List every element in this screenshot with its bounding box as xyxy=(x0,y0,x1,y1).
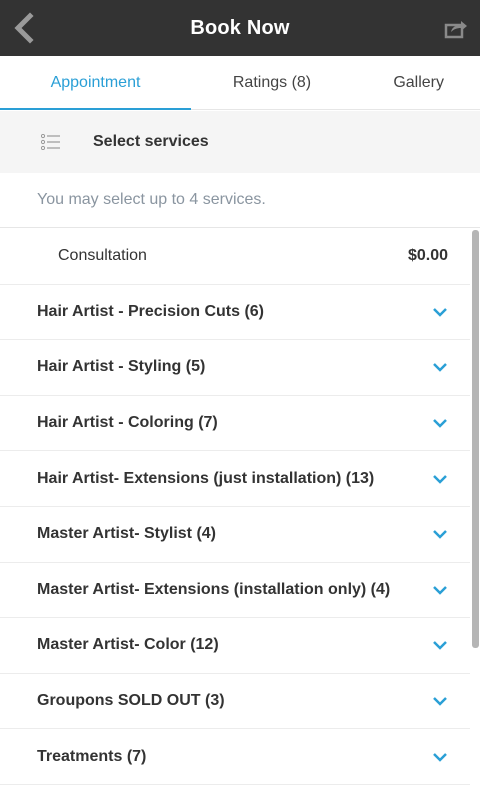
service-group-row[interactable]: Hair Artist - Styling (5) xyxy=(0,340,470,396)
chevron-down-icon[interactable] xyxy=(432,361,448,373)
page-title: Book Now xyxy=(190,16,290,39)
back-arrow-icon[interactable] xyxy=(12,12,36,44)
chevron-down-icon[interactable] xyxy=(432,584,448,596)
service-group-row[interactable]: Master Artist- Stylist (4) xyxy=(0,507,470,563)
tab-gallery[interactable]: Gallery xyxy=(353,56,480,109)
section-title: Select services xyxy=(93,133,209,150)
chevron-down-icon[interactable] xyxy=(432,639,448,651)
service-group-label: Master Artist- Extensions (installation … xyxy=(37,580,391,598)
chevron-down-icon[interactable] xyxy=(432,306,448,318)
service-group-row[interactable]: Groupons SOLD OUT (3) xyxy=(0,674,470,730)
service-group-label: Groupons SOLD OUT (3) xyxy=(37,692,225,710)
service-group-label: Hair Artist- Extensions (just installati… xyxy=(37,469,375,487)
chevron-down-icon[interactable] xyxy=(432,528,448,540)
service-group-label: Hair Artist - Precision Cuts (6) xyxy=(37,302,265,320)
service-consultation[interactable]: Consultation $0.00 xyxy=(0,229,470,285)
service-group-label: Treatments (7) xyxy=(37,747,147,765)
tab-ratings[interactable]: Ratings (8) xyxy=(191,56,353,109)
service-group-label: Hair Artist - Coloring (7) xyxy=(37,414,218,432)
service-name: Consultation xyxy=(58,247,147,265)
service-group-label: Master Artist- Color (12) xyxy=(37,636,219,654)
chevron-down-icon[interactable] xyxy=(432,417,448,429)
service-price: $0.00 xyxy=(407,247,448,265)
selection-hint: You may select up to 4 services. xyxy=(0,173,480,228)
service-group-label: Hair Artist - Styling (5) xyxy=(37,358,206,376)
app-header: Book Now xyxy=(0,0,480,56)
service-group-label: Master Artist- Stylist (4) xyxy=(37,525,216,543)
list-icon xyxy=(41,134,60,150)
service-group-row[interactable]: Hair Artist - Coloring (7) xyxy=(0,396,470,452)
service-group-row[interactable]: Hair Artist- Extensions (just installati… xyxy=(0,451,470,507)
service-group-row[interactable]: Master Artist- Extensions (installation … xyxy=(0,563,470,619)
share-icon[interactable] xyxy=(444,17,468,39)
chevron-down-icon[interactable] xyxy=(432,695,448,707)
service-group-row[interactable]: Hair Artist - Precision Cuts (6) xyxy=(0,285,470,341)
services-list: Consultation $0.00 Hair Artist - Precisi… xyxy=(0,229,470,785)
scrollbar[interactable] xyxy=(472,230,479,648)
service-group-row[interactable]: Treatments (7) xyxy=(0,729,470,785)
tab-appointment[interactable]: Appointment xyxy=(0,56,191,110)
service-group-row[interactable]: Master Artist- Color (12) xyxy=(0,618,470,674)
select-services-header: Select services xyxy=(0,111,480,173)
chevron-down-icon[interactable] xyxy=(432,473,448,485)
chevron-down-icon[interactable] xyxy=(432,751,448,763)
tab-bar: Appointment Ratings (8) Gallery xyxy=(0,56,480,110)
